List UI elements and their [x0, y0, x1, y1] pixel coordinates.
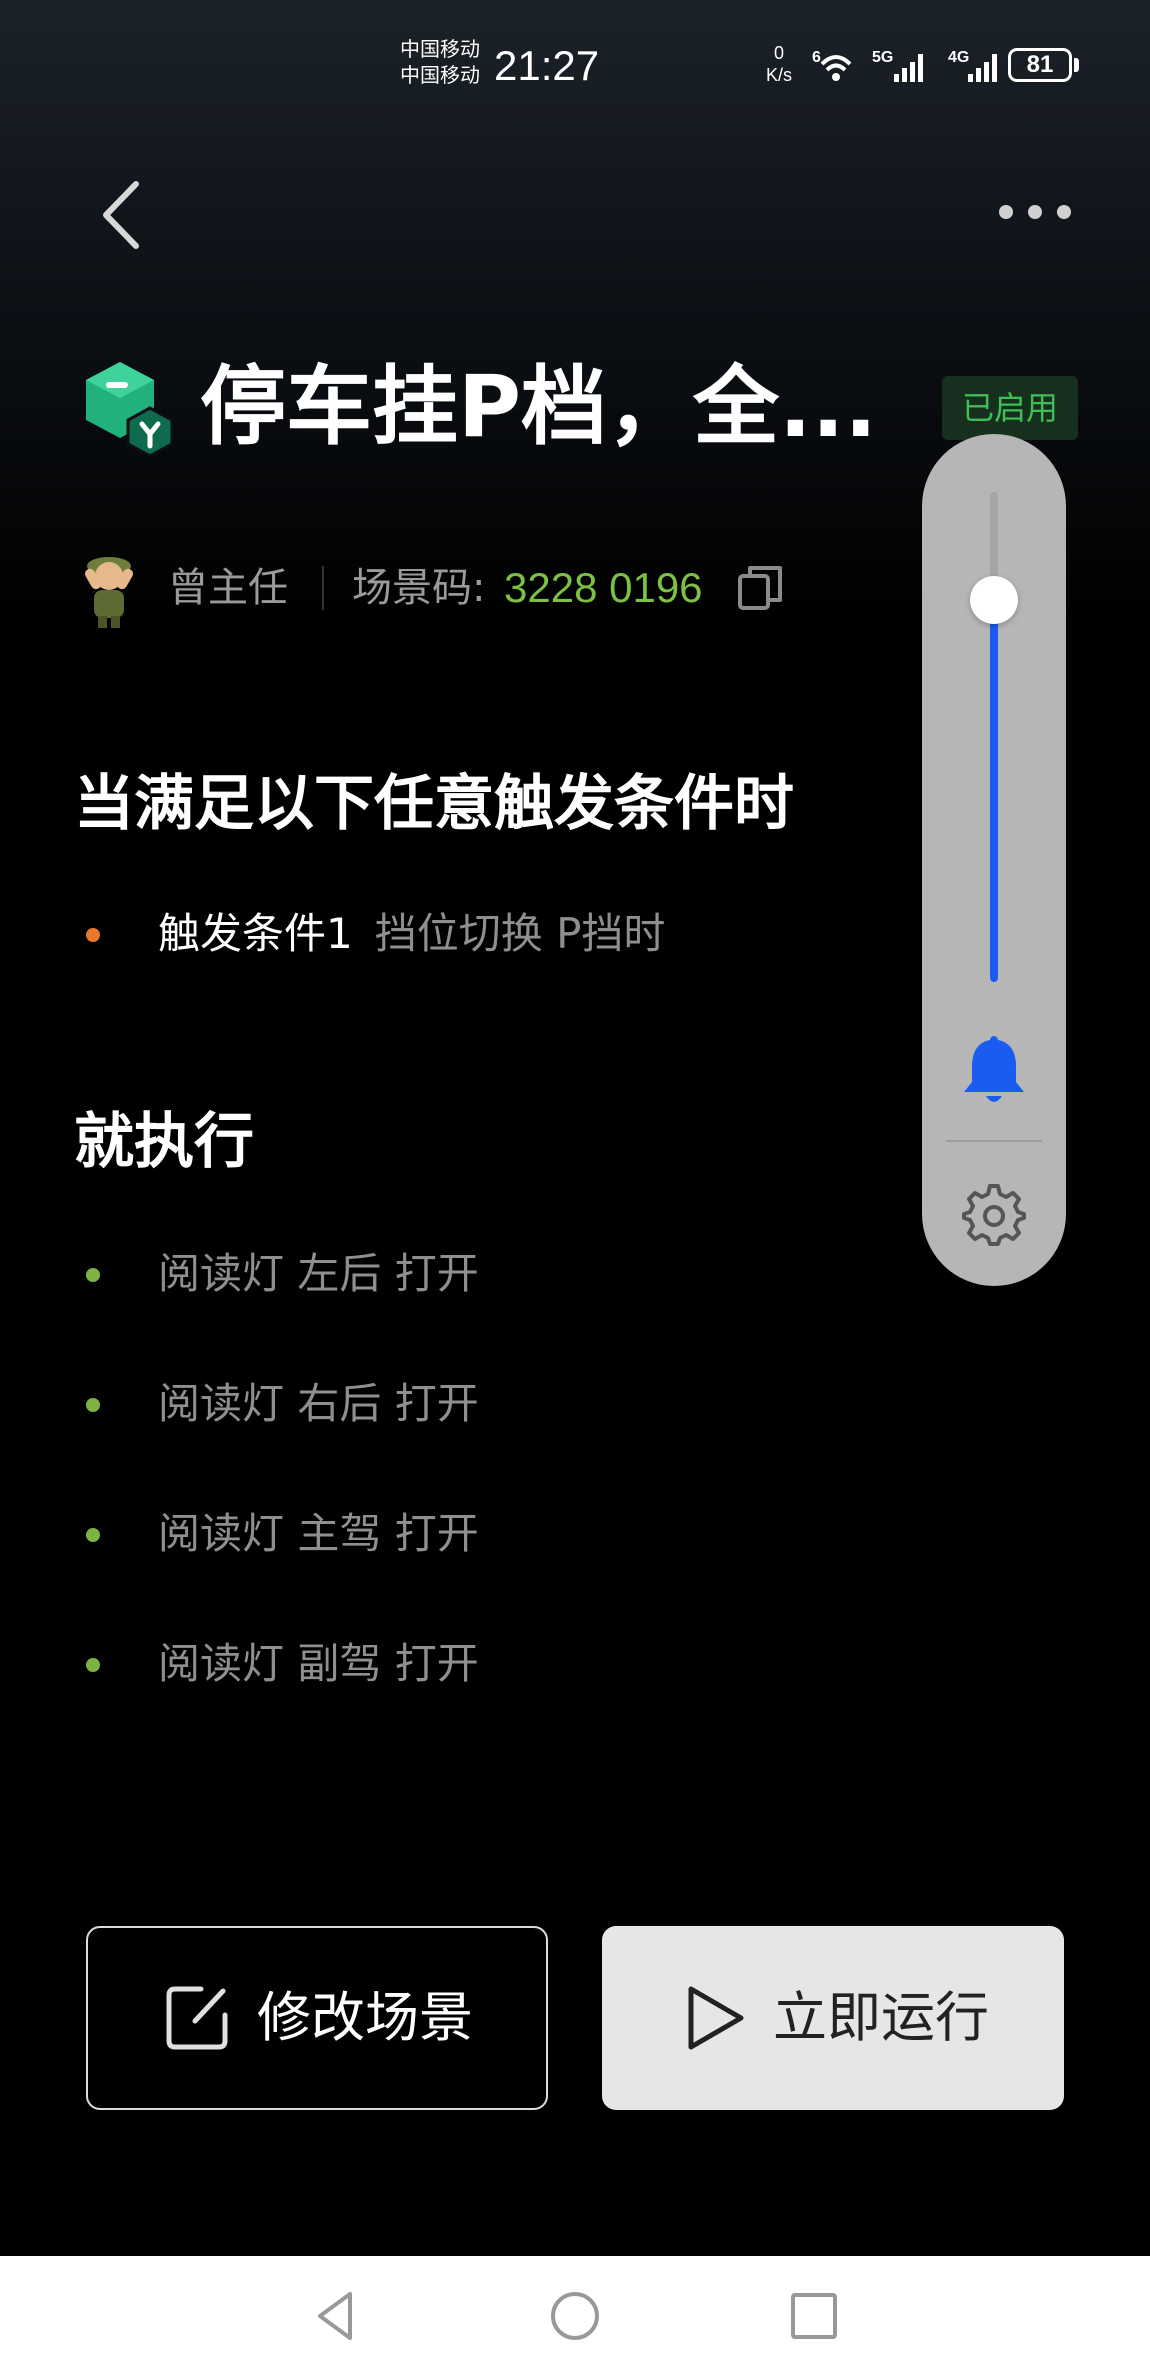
action-text: 阅读灯 左后 打开	[158, 1249, 479, 1298]
more-horizontal-icon	[999, 205, 1071, 219]
wifi-icon: 6	[812, 49, 852, 81]
battery-level: 81	[1026, 51, 1054, 78]
scene-title: 停车挂P档，全...	[200, 357, 878, 457]
nav-home-button[interactable]	[545, 2286, 605, 2346]
chevron-left-icon	[103, 181, 139, 249]
battery-icon: 81	[1008, 48, 1072, 82]
scene-code-label: 场景码:	[352, 565, 486, 611]
volume-slider-fill	[990, 599, 998, 982]
carrier-labels: 中国移动 中国移动	[400, 36, 480, 88]
copy-button[interactable]	[736, 562, 784, 612]
enabled-status-badge[interactable]: 已启用	[942, 376, 1078, 440]
action-bullet	[86, 1528, 100, 1542]
action-text: 阅读灯 右后 打开	[158, 1379, 479, 1428]
action-bullet	[86, 1268, 100, 1282]
avatar	[85, 557, 133, 628]
circle-home-icon	[551, 2292, 599, 2340]
system-nav-bar	[0, 2256, 1150, 2372]
run-now-button[interactable]: 立即运行	[602, 1926, 1064, 2110]
scene-code-value: 3228 0196	[504, 564, 703, 611]
net-4g-label: 4G	[948, 49, 969, 66]
volume-panel	[922, 434, 1066, 1286]
triangle-back-icon	[318, 2292, 352, 2340]
network-speed: 0 K/s	[766, 42, 792, 86]
net-5g-label: 5G	[872, 49, 893, 66]
screen: 中国移动 中国移动 21:27 0 K/s 6 5G 4G 81 停车挂P档，全…	[0, 0, 1150, 2372]
action-item: 阅读灯 副驾 打开	[80, 1634, 880, 1694]
trigger-item: 触发条件1 挡位切换 P挡时	[80, 904, 880, 964]
panel-divider	[946, 1140, 1042, 1142]
action-bullet	[86, 1398, 100, 1412]
edit-icon	[166, 1986, 228, 2050]
bell-icon[interactable]	[960, 1032, 1028, 1108]
signal-4g-icon: 4G	[948, 49, 997, 82]
divider	[322, 566, 324, 610]
signal-5g-icon: 5G	[872, 49, 923, 82]
battery-tip	[1074, 58, 1079, 72]
carrier-2: 中国移动	[400, 63, 480, 87]
more-options-button[interactable]	[990, 190, 1080, 234]
trigger-detail: 挡位切换 P挡时	[374, 909, 666, 958]
status-time: 21:27	[494, 42, 600, 89]
action-item: 阅读灯 右后 打开	[80, 1374, 880, 1434]
action-text: 阅读灯 副驾 打开	[158, 1639, 479, 1688]
scene-cube-icon	[86, 362, 174, 456]
back-button[interactable]	[90, 170, 160, 260]
gear-icon[interactable]	[962, 1182, 1026, 1246]
play-icon	[688, 1986, 744, 2050]
action-section-heading: 就执行	[74, 1107, 254, 1177]
copy-icon	[738, 566, 782, 610]
run-now-label: 立即运行	[773, 1986, 989, 2049]
trigger-text: 触发条件1 挡位切换 P挡时	[158, 904, 665, 964]
edit-scene-label: 修改场景	[257, 1986, 473, 2049]
wifi-label: 6	[812, 49, 821, 66]
network-speed-unit: K/s	[766, 65, 793, 85]
trigger-label: 触发条件1	[158, 909, 353, 958]
nav-back-button[interactable]	[306, 2286, 366, 2346]
action-item: 阅读灯 左后 打开	[80, 1244, 880, 1304]
action-text: 阅读灯 主驾 打开	[158, 1509, 479, 1558]
edit-scene-button[interactable]: 修改场景	[86, 1926, 548, 2110]
square-recents-icon	[791, 2293, 837, 2339]
author-name: 曾主任	[168, 565, 288, 611]
carrier-1: 中国移动	[400, 37, 480, 61]
action-item: 阅读灯 主驾 打开	[80, 1504, 880, 1564]
trigger-bullet	[86, 928, 100, 942]
action-bullet	[86, 1658, 100, 1672]
nav-recents-button[interactable]	[784, 2286, 844, 2346]
signal-icons: 6 5G 4G	[812, 49, 997, 82]
trigger-section-heading: 当满足以下任意触发条件时	[74, 769, 794, 839]
network-speed-value: 0	[774, 43, 785, 63]
volume-slider-thumb[interactable]	[970, 575, 1018, 624]
